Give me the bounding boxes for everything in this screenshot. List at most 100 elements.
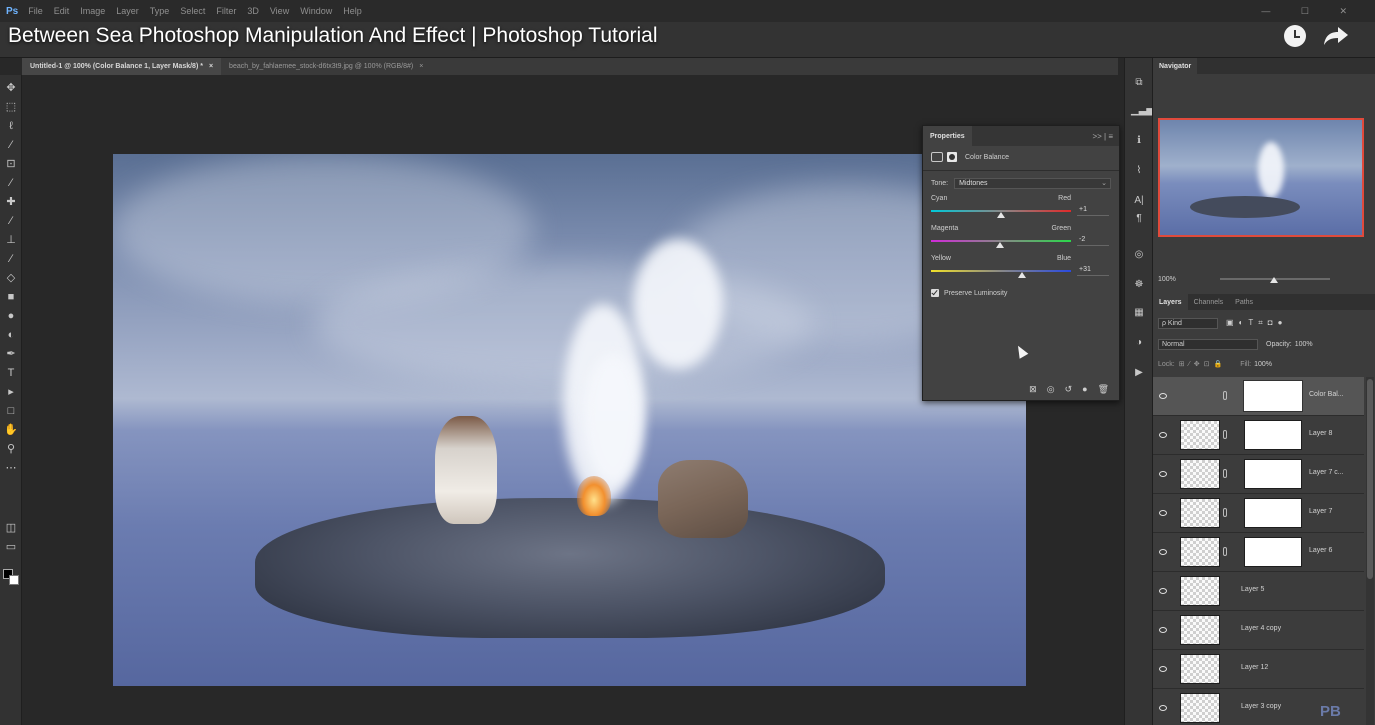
layer-mask-thumbnail[interactable]: [1243, 380, 1303, 412]
layer-mask-thumbnail[interactable]: [1244, 537, 1302, 567]
layer-thumbnail[interactable]: [1180, 537, 1220, 567]
background-color-swatch[interactable]: [9, 575, 19, 585]
color-balance-slider[interactable]: Magenta Green -2: [923, 225, 1119, 251]
info-icon[interactable]: ℹ: [1131, 134, 1147, 148]
slider-value-field[interactable]: +1: [1077, 206, 1109, 216]
color-balance-slider[interactable]: Cyan Red +1: [923, 195, 1119, 221]
opacity-value[interactable]: 100%: [1295, 341, 1313, 348]
fill-value[interactable]: 100%: [1254, 361, 1272, 368]
menu-type[interactable]: Type: [150, 6, 170, 16]
layer-row[interactable]: Layer 12: [1153, 650, 1364, 689]
clip-to-layer-icon[interactable]: ⊠: [1029, 384, 1037, 395]
layer-mask-thumbnail[interactable]: [1244, 459, 1302, 489]
actions-icon[interactable]: ▶: [1131, 366, 1147, 380]
pen-icon[interactable]: ✒: [4, 347, 18, 361]
menu-window[interactable]: Window: [300, 6, 332, 16]
close-icon[interactable]: ×: [209, 63, 213, 70]
link-icon[interactable]: [1223, 547, 1227, 556]
layer-row[interactable]: Layer 7: [1153, 494, 1364, 533]
menu-3d[interactable]: 3D: [247, 6, 259, 16]
type-icon[interactable]: T: [4, 366, 18, 380]
brush-icon[interactable]: ∕: [4, 214, 18, 228]
color-icon[interactable]: ◎: [1131, 248, 1147, 262]
dodge-icon[interactable]: ◐: [4, 328, 18, 342]
tab-beach-stock[interactable]: beach_by_fahlaemee_stock-d6tx3t9.jpg @ 1…: [221, 58, 431, 75]
layer-row[interactable]: Color Bal...: [1153, 377, 1364, 416]
filter-type-icons[interactable]: ▣◐T⌗◘●: [1226, 318, 1287, 328]
menu-help[interactable]: Help: [343, 6, 362, 16]
tab-layers[interactable]: Layers: [1153, 294, 1188, 310]
eye-icon[interactable]: [1159, 393, 1167, 399]
zoom-slider-thumb[interactable]: [1270, 277, 1278, 283]
preserve-luminosity-row[interactable]: Preserve Luminosity: [923, 289, 1119, 297]
path-select-icon[interactable]: ▸: [4, 385, 18, 399]
menu-view[interactable]: View: [270, 6, 289, 16]
link-icon[interactable]: [1223, 391, 1227, 400]
layer-row[interactable]: Layer 8: [1153, 416, 1364, 455]
layer-thumbnail[interactable]: [1180, 420, 1220, 450]
more-tools-icon[interactable]: ⋯: [4, 461, 18, 475]
panel-menu-icon[interactable]: >> | ≡: [1092, 132, 1113, 141]
eyedropper-icon[interactable]: ⁄: [4, 176, 18, 190]
tab-properties[interactable]: Properties: [923, 126, 972, 146]
history-brush-icon[interactable]: ∕: [4, 252, 18, 266]
layer-mask-thumbnail[interactable]: [1244, 420, 1302, 450]
tab-channels[interactable]: Channels: [1188, 294, 1230, 310]
healing-icon[interactable]: ✚: [4, 195, 18, 209]
close-icon[interactable]: ×: [419, 63, 423, 70]
brush-settings-icon[interactable]: ⌇: [1131, 164, 1147, 178]
eye-icon[interactable]: [1159, 510, 1167, 516]
quick-mask-icon[interactable]: ◫: [4, 521, 18, 535]
document-artwork[interactable]: [113, 154, 1026, 686]
eye-icon[interactable]: [1159, 549, 1167, 555]
layer-row[interactable]: Layer 6: [1153, 533, 1364, 572]
layer-thumbnail[interactable]: [1180, 693, 1220, 723]
kind-filter-select[interactable]: ρ Kind: [1158, 317, 1218, 329]
link-icon[interactable]: [1223, 430, 1227, 439]
histogram-icon[interactable]: ▁▃▅: [1131, 104, 1154, 118]
slider-thumb[interactable]: [1018, 272, 1026, 278]
eraser-icon[interactable]: ◇: [4, 271, 18, 285]
blend-mode-select[interactable]: Normal: [1158, 338, 1258, 350]
styles-icon[interactable]: ◑: [1131, 336, 1147, 350]
tone-select[interactable]: Midtones ⌄: [954, 177, 1111, 189]
color-balance-slider[interactable]: Yellow Blue +31: [923, 255, 1119, 281]
layer-thumbnail[interactable]: [1180, 615, 1220, 645]
tab-navigator[interactable]: Navigator: [1153, 58, 1198, 74]
slider-track[interactable]: [931, 270, 1071, 272]
visibility-icon[interactable]: ●: [1082, 384, 1087, 394]
zoom-icon[interactable]: ⚲: [4, 442, 18, 456]
layers-scrollbar[interactable]: [1366, 377, 1374, 725]
layer-mask-thumbnail[interactable]: [1244, 498, 1302, 528]
adjustments-icon[interactable]: ☸: [1131, 278, 1147, 292]
preserve-luminosity-checkbox[interactable]: [931, 289, 939, 297]
swatches-icon[interactable]: ▦: [1131, 306, 1147, 320]
lasso-icon[interactable]: ℓ: [4, 119, 18, 133]
layer-thumbnail[interactable]: [1180, 459, 1220, 489]
move-icon[interactable]: ✥: [4, 81, 18, 95]
blur-icon[interactable]: ●: [4, 309, 18, 323]
slider-value-field[interactable]: +31: [1077, 266, 1109, 276]
reset-icon[interactable]: ↺: [1065, 384, 1073, 395]
layer-thumbnail[interactable]: [1180, 498, 1220, 528]
link-icon[interactable]: [1223, 508, 1227, 517]
menu-file[interactable]: File: [28, 6, 43, 16]
screen-mode-icon[interactable]: ▭: [4, 540, 18, 554]
eye-icon[interactable]: [1159, 627, 1167, 633]
menu-select[interactable]: Select: [180, 6, 205, 16]
layers-scrollbar-thumb[interactable]: [1367, 379, 1373, 579]
layer-row[interactable]: Layer 4 copy: [1153, 611, 1364, 650]
slider-thumb[interactable]: [997, 212, 1005, 218]
eye-icon[interactable]: [1159, 432, 1167, 438]
slider-thumb[interactable]: [995, 242, 1004, 248]
quick-select-icon[interactable]: ⁄: [4, 138, 18, 152]
slider-value-field[interactable]: -2: [1077, 236, 1109, 246]
menu-edit[interactable]: Edit: [54, 6, 70, 16]
crop-icon[interactable]: ⊡: [4, 157, 18, 171]
eye-icon[interactable]: [1159, 588, 1167, 594]
history-icon[interactable]: ⧉: [1131, 76, 1147, 90]
hand-icon[interactable]: ✋: [4, 423, 18, 437]
rectangle-icon[interactable]: □: [4, 404, 18, 418]
eye-icon[interactable]: [1159, 705, 1167, 711]
stamp-icon[interactable]: ⊥: [4, 233, 18, 247]
